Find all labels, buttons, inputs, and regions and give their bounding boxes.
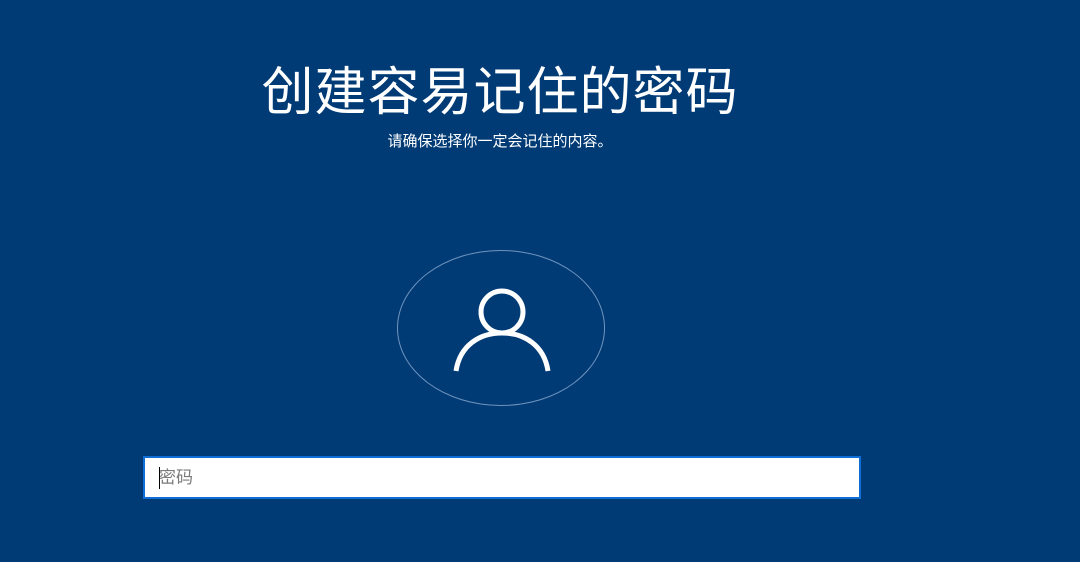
page-title: 创建容易记住的密码 <box>261 63 739 123</box>
text-caret <box>159 467 160 489</box>
page-subtitle: 请确保选择你一定会记住的内容。 <box>387 132 613 150</box>
password-field-container <box>143 456 861 499</box>
user-icon <box>453 288 551 372</box>
setup-screen: 创建容易记住的密码 请确保选择你一定会记住的内容。 <box>0 0 1080 562</box>
avatar <box>397 250 605 406</box>
password-input[interactable] <box>145 458 859 497</box>
